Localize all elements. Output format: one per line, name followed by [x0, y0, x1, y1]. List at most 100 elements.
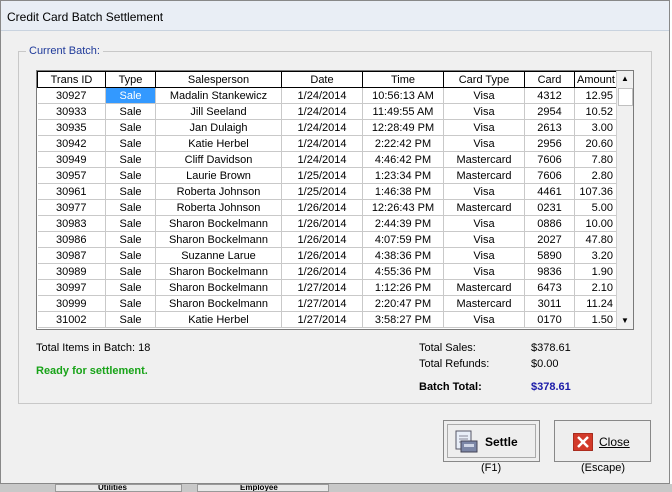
table-cell[interactable]: 1/25/2014 [281, 167, 363, 184]
table-cell[interactable]: 12:28:49 PM [362, 119, 444, 136]
table-row[interactable]: 30986 Sale Sharon Bockelmann 1/26/2014 4:07:… [37, 231, 618, 248]
table-cell[interactable]: Roberta Johnson [155, 199, 282, 216]
table-cell[interactable]: 7606 [524, 151, 575, 168]
table-cell[interactable]: Jan Dulaigh [155, 119, 282, 136]
table-cell[interactable]: 1.90 [574, 263, 618, 280]
table-cell[interactable]: 1/24/2014 [281, 103, 363, 120]
table-cell[interactable]: 30927 [37, 87, 106, 104]
table-cell[interactable]: 4:55:36 PM [362, 263, 444, 280]
table-cell[interactable]: 30961 [37, 183, 106, 200]
table-cell[interactable]: Visa [443, 119, 525, 136]
taskbar-item-employee[interactable]: Employee [197, 484, 329, 492]
table-cell[interactable]: 1/26/2014 [281, 247, 363, 264]
table-cell[interactable]: Visa [443, 263, 525, 280]
table-cell[interactable]: 7606 [524, 167, 575, 184]
table-cell[interactable]: 11:49:55 AM [362, 103, 444, 120]
table-cell[interactable]: 1/27/2014 [281, 295, 363, 312]
table-cell[interactable]: 12.95 [574, 87, 618, 104]
table-cell[interactable]: 1/26/2014 [281, 215, 363, 232]
table-cell[interactable]: Sharon Bockelmann [155, 215, 282, 232]
table-cell[interactable]: Sale [105, 151, 156, 168]
table-cell[interactable]: 1/24/2014 [281, 87, 363, 104]
table-cell[interactable]: 30949 [37, 151, 106, 168]
table-cell[interactable]: 1:23:34 PM [362, 167, 444, 184]
table-cell[interactable]: 2:22:42 PM [362, 135, 444, 152]
table-cell[interactable]: 30999 [37, 295, 106, 312]
table-cell[interactable]: Sale [105, 199, 156, 216]
table-cell[interactable]: 5890 [524, 247, 575, 264]
scroll-down-icon[interactable]: ▼ [617, 313, 633, 329]
vertical-scrollbar[interactable]: ▲ ▼ [616, 71, 633, 329]
table-cell[interactable]: Laurie Brown [155, 167, 282, 184]
table-cell[interactable]: Jill Seeland [155, 103, 282, 120]
table-cell[interactable]: 30957 [37, 167, 106, 184]
close-button[interactable]: Close [554, 420, 651, 462]
table-cell[interactable]: Sale [105, 311, 156, 328]
table-cell[interactable]: 1/26/2014 [281, 231, 363, 248]
table-cell[interactable]: Visa [443, 103, 525, 120]
table-row[interactable]: 30997 Sale Sharon Bockelmann 1/27/2014 1:12:… [37, 279, 618, 296]
table-cell[interactable]: 30983 [37, 215, 106, 232]
table-cell[interactable]: 4312 [524, 87, 575, 104]
table-cell[interactable]: Mastercard [443, 199, 525, 216]
table-cell[interactable]: Sale [105, 87, 156, 104]
table-cell[interactable]: Visa [443, 231, 525, 248]
scroll-thumb[interactable] [618, 88, 633, 106]
table-cell[interactable]: 2.10 [574, 279, 618, 296]
table-cell[interactable]: 1/26/2014 [281, 199, 363, 216]
table-cell[interactable]: Suzanne Larue [155, 247, 282, 264]
table-cell[interactable]: Sale [105, 279, 156, 296]
table-row[interactable]: 30942 Sale Katie Herbel 1/24/2014 2:22:42 PM… [37, 135, 618, 152]
table-cell[interactable]: 30977 [37, 199, 106, 216]
table-cell[interactable]: 0170 [524, 311, 575, 328]
table-cell[interactable]: 0886 [524, 215, 575, 232]
table-row[interactable]: 30935 Sale Jan Dulaigh 1/24/2014 12:28:49 PM… [37, 119, 618, 136]
table-cell[interactable]: Sharon Bockelmann [155, 295, 282, 312]
table-row[interactable]: 30999 Sale Sharon Bockelmann 1/27/2014 2:20:… [37, 295, 618, 312]
column-header-salesperson[interactable]: Salesperson [155, 71, 282, 88]
table-cell[interactable]: 4461 [524, 183, 575, 200]
table-cell[interactable]: Visa [443, 135, 525, 152]
table-cell[interactable]: 2:20:47 PM [362, 295, 444, 312]
column-header-trans-id[interactable]: Trans ID [37, 71, 106, 88]
table-cell[interactable]: 2:44:39 PM [362, 215, 444, 232]
table-cell[interactable]: 30933 [37, 103, 106, 120]
table-cell[interactable]: Sale [105, 183, 156, 200]
table-row[interactable]: 30987 Sale Suzanne Larue 1/26/2014 4:38:36 P… [37, 247, 618, 264]
table-cell[interactable]: Sale [105, 231, 156, 248]
table-cell[interactable]: 47.80 [574, 231, 618, 248]
table-cell[interactable]: 1/24/2014 [281, 119, 363, 136]
table-row[interactable]: 30989 Sale Sharon Bockelmann 1/26/2014 4:55:… [37, 263, 618, 280]
table-cell[interactable]: 107.36 [574, 183, 618, 200]
table-cell[interactable]: Sharon Bockelmann [155, 231, 282, 248]
table-cell[interactable]: 12:26:43 PM [362, 199, 444, 216]
table-cell[interactable]: Sharon Bockelmann [155, 279, 282, 296]
table-row[interactable]: 30927 Sale Madalin Stankewicz 1/24/2014 10:5… [37, 87, 618, 104]
table-cell[interactable]: Sale [105, 119, 156, 136]
table-cell[interactable]: 1/27/2014 [281, 311, 363, 328]
table-cell[interactable]: 31002 [37, 311, 106, 328]
table-cell[interactable]: 7.80 [574, 151, 618, 168]
table-cell[interactable]: Sale [105, 103, 156, 120]
table-cell[interactable]: 0231 [524, 199, 575, 216]
table-cell[interactable]: 1/24/2014 [281, 151, 363, 168]
table-cell[interactable]: 2.80 [574, 167, 618, 184]
table-cell[interactable]: 4:07:59 PM [362, 231, 444, 248]
table-cell[interactable]: Visa [443, 87, 525, 104]
table-row[interactable]: 30957 Sale Laurie Brown 1/25/2014 1:23:34 PM… [37, 167, 618, 184]
table-cell[interactable]: 1/24/2014 [281, 135, 363, 152]
table-cell[interactable]: 10.52 [574, 103, 618, 120]
table-cell[interactable]: Sale [105, 135, 156, 152]
table-cell[interactable]: Visa [443, 247, 525, 264]
table-cell[interactable]: 11.24 [574, 295, 618, 312]
table-cell[interactable]: 3.20 [574, 247, 618, 264]
table-cell[interactable]: 30942 [37, 135, 106, 152]
table-cell[interactable]: Sale [105, 215, 156, 232]
table-cell[interactable]: 2613 [524, 119, 575, 136]
table-cell[interactable]: 4:38:36 PM [362, 247, 444, 264]
table-row[interactable]: 31002 Sale Katie Herbel 1/27/2014 3:58:27 PM… [37, 311, 618, 328]
settle-button[interactable]: Settle [443, 420, 540, 462]
table-row[interactable]: 30933 Sale Jill Seeland 1/24/2014 11:49:55 A… [37, 103, 618, 120]
table-cell[interactable]: 10.00 [574, 215, 618, 232]
table-row[interactable]: 30983 Sale Sharon Bockelmann 1/26/2014 2:44:… [37, 215, 618, 232]
